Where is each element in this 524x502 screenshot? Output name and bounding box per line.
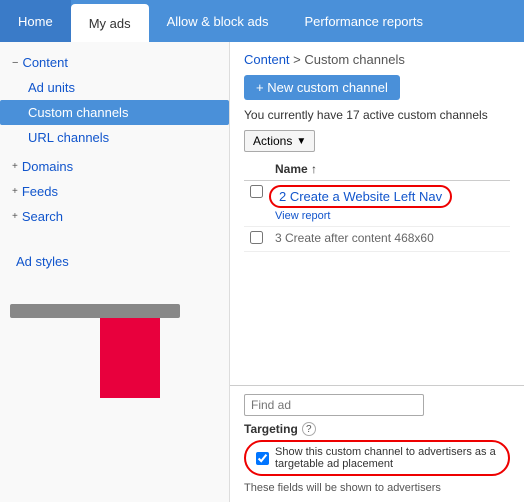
nav-my-ads[interactable]: My ads — [71, 4, 149, 42]
sidebar-item-custom-channels[interactable]: Custom channels — [0, 100, 229, 125]
actions-label: Actions — [253, 134, 292, 148]
targetable-placement-checkbox[interactable] — [256, 452, 269, 465]
breadcrumb-current: Custom channels — [304, 52, 404, 67]
sidebar-item-ad-styles[interactable]: Ad styles — [0, 249, 229, 274]
row2-checkbox-cell — [244, 227, 269, 252]
row1-view-report[interactable]: View report — [275, 210, 330, 222]
search-expand-icon: + — [12, 211, 18, 222]
content-area: Content > Custom channels + New custom c… — [230, 42, 524, 352]
feeds-expand-icon: + — [12, 186, 18, 197]
nav-home[interactable]: Home — [0, 0, 71, 42]
new-custom-channel-button[interactable]: + New custom channel — [244, 75, 400, 100]
sidebar-feeds-label: Feeds — [22, 184, 58, 199]
sidebar-item-ad-units[interactable]: Ad units — [0, 75, 229, 100]
sidebar-section-content: − Content Ad units Custom channels URL c… — [0, 50, 229, 150]
sidebar-domains-label: Domains — [22, 159, 73, 174]
domains-expand-icon: + — [12, 161, 18, 172]
sidebar-item-url-channels[interactable]: URL channels — [0, 125, 229, 150]
breadcrumb-separator: > — [293, 52, 304, 67]
row2-channel-name: 3 Create after content 468x60 — [275, 231, 434, 245]
breadcrumb-link[interactable]: Content — [244, 52, 290, 67]
content-expand-icon: − — [12, 57, 18, 69]
nav-performance-reports[interactable]: Performance reports — [286, 0, 441, 42]
breadcrumb: Content > Custom channels — [244, 52, 510, 67]
row1-checkbox-cell — [244, 181, 269, 227]
content-label: Content — [22, 55, 68, 70]
channels-info-text: You currently have 17 active custom chan… — [244, 108, 510, 122]
red-bar — [100, 318, 160, 398]
targeting-help-icon[interactable]: ? — [302, 422, 316, 436]
col-checkbox — [244, 158, 269, 181]
sidebar-feeds-header[interactable]: + Feeds — [0, 179, 229, 204]
row1-checkbox[interactable] — [250, 185, 263, 198]
targetable-placement-label: Show this custom channel to advertisers … — [275, 446, 498, 470]
table-row: 2 Create a Website Left Nav View report — [244, 181, 510, 227]
sidebar-search-header[interactable]: + Search — [0, 204, 229, 229]
actions-bar: Actions ▼ — [244, 130, 510, 152]
actions-dropdown[interactable]: Actions ▼ — [244, 130, 315, 152]
targeting-label: Targeting — [244, 422, 298, 436]
sidebar-domains-header[interactable]: + Domains — [0, 154, 229, 179]
col-name: Name ↑ — [269, 158, 510, 181]
bottom-panel: Targeting ? Show this custom channel to … — [230, 385, 524, 502]
nav-allow-block-ads[interactable]: Allow & block ads — [149, 0, 287, 42]
table-row: 3 Create after content 468x60 — [244, 227, 510, 252]
row1-channel-name[interactable]: 2 Create a Website Left Nav — [279, 189, 442, 204]
main-layout: − Content Ad units Custom channels URL c… — [0, 42, 524, 502]
row2-checkbox[interactable] — [250, 231, 263, 244]
channels-table: Name ↑ 2 Create a Website Left Nav — [244, 158, 510, 252]
targeting-check-row: Show this custom channel to advertisers … — [244, 440, 510, 476]
row2-name-cell: 3 Create after content 468x60 — [269, 227, 510, 252]
row1-oval-highlight: 2 Create a Website Left Nav — [269, 185, 452, 208]
find-ad-input[interactable] — [244, 394, 424, 416]
gray-bar — [10, 304, 180, 318]
top-navigation: Home My ads Allow & block ads Performanc… — [0, 0, 524, 42]
sidebar-search-label: Search — [22, 209, 63, 224]
row1-name-cell: 2 Create a Website Left Nav View report — [269, 181, 510, 227]
sidebar-content-header[interactable]: − Content — [0, 50, 229, 75]
actions-chevron-icon: ▼ — [296, 136, 306, 147]
advertisers-note: These fields will be shown to advertiser… — [244, 482, 510, 494]
sidebar: − Content Ad units Custom channels URL c… — [0, 42, 230, 502]
